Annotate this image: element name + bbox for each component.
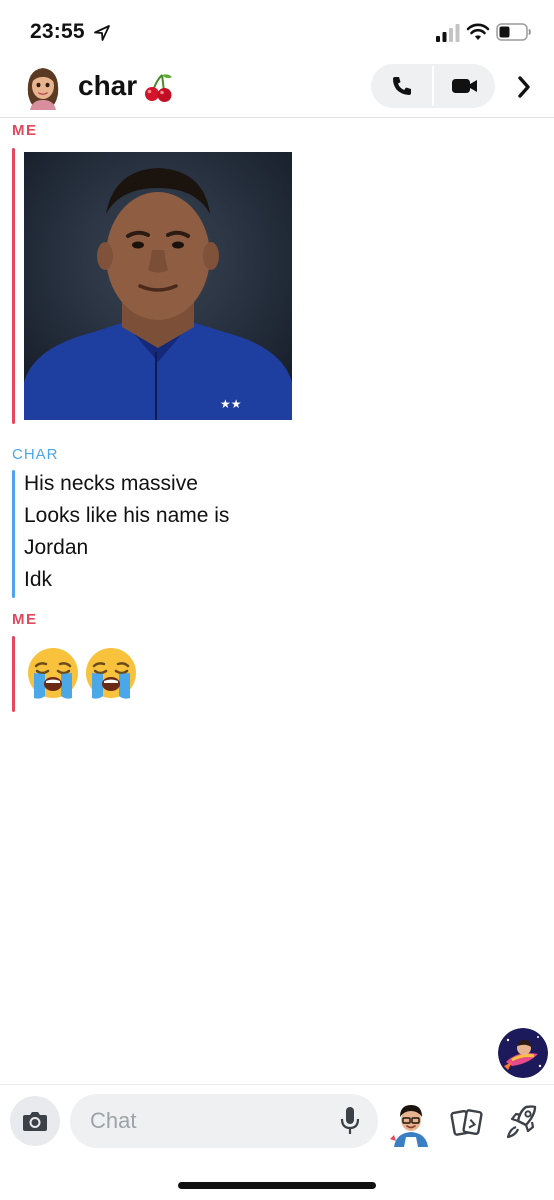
wifi-icon <box>466 23 490 40</box>
home-indicator[interactable] <box>178 1182 376 1189</box>
message-bar-char <box>12 470 15 598</box>
sender-label-me: ME <box>12 122 38 139</box>
battery-icon <box>496 23 531 41</box>
bitmoji-button[interactable] <box>388 1101 434 1147</box>
phone-icon <box>392 77 411 95</box>
loudly-crying-face-icon <box>28 648 78 699</box>
emoji-message <box>26 646 138 700</box>
location-arrow-icon <box>94 25 110 41</box>
message-bar-me <box>12 636 15 712</box>
bitmoji-rocket-icon <box>498 1028 548 1078</box>
message-line: His necks massive <box>24 472 198 495</box>
call-button-group <box>371 64 495 108</box>
message-text-char: His necks massive Looks like his name is… <box>24 468 229 596</box>
cellular-signal-icon <box>436 24 460 42</box>
sender-label-char: CHAR <box>12 446 59 463</box>
microphone-button[interactable] <box>337 1104 363 1138</box>
video-camera-icon <box>451 79 477 93</box>
chat-input[interactable] <box>70 1094 378 1148</box>
microphone-icon <box>340 1107 360 1134</box>
rocket-icon <box>506 1105 537 1139</box>
video-call-button[interactable] <box>434 64 495 108</box>
shared-photo[interactable]: ★★ <box>24 152 292 420</box>
cards-icon <box>450 1109 483 1136</box>
chat-header: char <box>0 62 554 118</box>
rocket-button[interactable] <box>502 1101 540 1143</box>
sender-label-me: ME <box>12 611 38 628</box>
loudly-crying-face-icon <box>86 648 136 699</box>
cherry-emoji-icon <box>145 74 172 102</box>
friend-bitmoji-bubble[interactable] <box>498 1028 548 1078</box>
voice-call-button[interactable] <box>371 64 432 108</box>
status-time: 23:55 <box>30 20 85 43</box>
bitmoji-avatar[interactable] <box>22 64 64 110</box>
camera-button[interactable] <box>10 1096 60 1146</box>
chevron-right-button[interactable] <box>509 72 539 102</box>
person-photo: ★★ <box>24 152 292 420</box>
message-line: Idk <box>24 568 53 591</box>
chat-title[interactable]: char <box>78 70 137 102</box>
status-bar: 23:55 <box>0 0 554 62</box>
chevron-right-icon <box>518 76 530 98</box>
camera-icon <box>23 1112 47 1131</box>
message-line: Jordan <box>24 536 89 559</box>
games-cards-button[interactable] <box>448 1103 486 1143</box>
message-bar-me <box>12 148 15 424</box>
svg-text:★★: ★★ <box>220 397 242 411</box>
message-line: Looks like his name is <box>24 504 230 527</box>
